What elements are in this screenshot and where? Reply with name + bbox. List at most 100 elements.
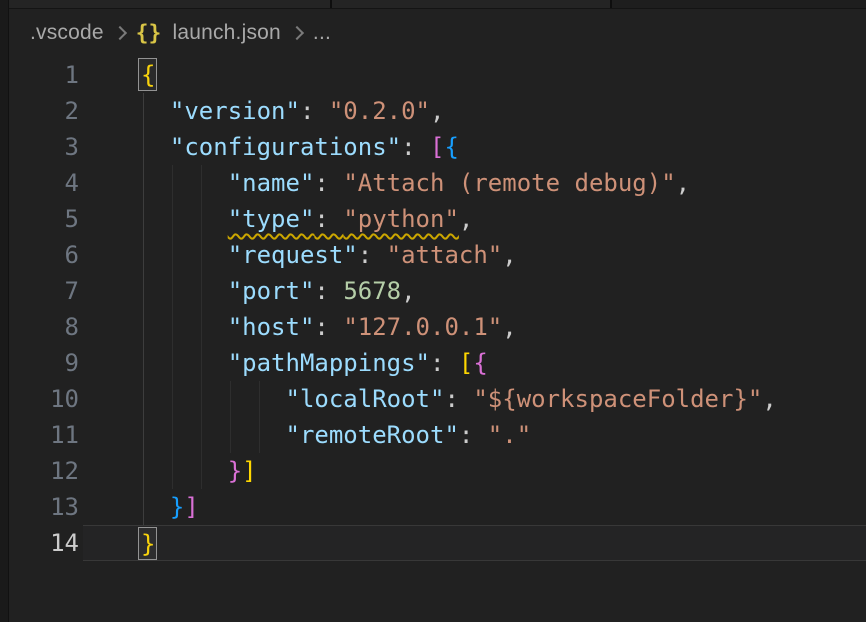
code-token bbox=[141, 349, 228, 377]
line-content[interactable]: "host": "127.0.0.1", bbox=[83, 309, 866, 345]
line-number[interactable]: 10 bbox=[9, 381, 83, 417]
code-line[interactable]: 8 "host": "127.0.0.1", bbox=[9, 309, 866, 345]
code-line[interactable]: 13 }] bbox=[9, 489, 866, 525]
code-token: , bbox=[762, 385, 776, 413]
indent-guide bbox=[172, 309, 173, 345]
indent-guide bbox=[143, 309, 144, 345]
bracket-match: { bbox=[141, 61, 155, 89]
indent-guide bbox=[201, 417, 202, 453]
code-token: : bbox=[358, 241, 387, 269]
line-content[interactable]: "name": "Attach (remote debug)", bbox=[83, 165, 866, 201]
tab-bar-empty-space bbox=[612, 0, 866, 8]
code-token: "pathMappings" bbox=[228, 349, 430, 377]
indent-guide bbox=[201, 381, 202, 417]
code-line[interactable]: 4 "name": "Attach (remote debug)", bbox=[9, 165, 866, 201]
code-line[interactable]: 2 "version": "0.2.0", bbox=[9, 93, 866, 129]
code-token: "." bbox=[488, 421, 531, 449]
code-token: : bbox=[430, 349, 459, 377]
code-token: , bbox=[459, 205, 473, 233]
line-number[interactable]: 4 bbox=[9, 165, 83, 201]
line-number[interactable]: 11 bbox=[9, 417, 83, 453]
code-token: , bbox=[430, 97, 444, 125]
line-number[interactable]: 6 bbox=[9, 237, 83, 273]
code-token: "host" bbox=[228, 313, 315, 341]
indent-guide bbox=[143, 345, 144, 381]
indent-guide bbox=[201, 345, 202, 381]
code-token: "remoteRoot" bbox=[286, 421, 459, 449]
line-content[interactable]: }] bbox=[83, 453, 866, 489]
code-token bbox=[141, 169, 228, 197]
indent-guide bbox=[172, 453, 173, 489]
breadcrumb-symbol-ellipsis[interactable]: ... bbox=[313, 21, 331, 45]
editor-group: .vscode {} launch.json ... 1{2 "version"… bbox=[9, 9, 866, 622]
code-token: [ bbox=[430, 133, 444, 161]
line-number[interactable]: 1 bbox=[9, 57, 83, 93]
json-file-icon: {} bbox=[136, 21, 162, 45]
indent-guide bbox=[201, 273, 202, 309]
tab-divider bbox=[330, 0, 332, 8]
line-content[interactable]: "pathMappings": [{ bbox=[83, 345, 866, 381]
line-content[interactable]: }] bbox=[83, 489, 866, 525]
code-token: "localRoot" bbox=[286, 385, 445, 413]
line-number[interactable]: 7 bbox=[9, 273, 83, 309]
line-number[interactable]: 14 bbox=[9, 525, 83, 561]
indent-guide bbox=[143, 273, 144, 309]
code-line[interactable]: 5 "type": "python", bbox=[9, 201, 866, 237]
breadcrumb-item-file[interactable]: launch.json bbox=[172, 21, 280, 45]
bracket-match: } bbox=[141, 530, 155, 558]
line-content[interactable]: "request": "attach", bbox=[83, 237, 866, 273]
indent-guide bbox=[143, 93, 144, 129]
warning-squiggle: "type": "python" bbox=[228, 205, 459, 233]
code-token: : bbox=[314, 205, 343, 233]
code-line[interactable]: 3 "configurations": [{ bbox=[9, 129, 866, 165]
line-number[interactable]: 8 bbox=[9, 309, 83, 345]
code-line[interactable]: 12 }] bbox=[9, 453, 866, 489]
line-number[interactable]: 9 bbox=[9, 345, 83, 381]
line-number[interactable]: 13 bbox=[9, 489, 83, 525]
breadcrumb-item-folder[interactable]: .vscode bbox=[30, 21, 104, 45]
indent-guide bbox=[143, 165, 144, 201]
code-token: : bbox=[300, 97, 329, 125]
left-panel-edge bbox=[0, 0, 9, 622]
line-content[interactable]: "port": 5678, bbox=[83, 273, 866, 309]
code-token bbox=[141, 241, 228, 269]
code-line[interactable]: 10 "localRoot": "${workspaceFolder}", bbox=[9, 381, 866, 417]
indent-guide bbox=[172, 381, 173, 417]
code-token bbox=[141, 313, 228, 341]
code-token: "python" bbox=[343, 205, 459, 233]
tab-divider bbox=[610, 0, 612, 8]
code-token bbox=[141, 385, 286, 413]
code-line[interactable]: 6 "request": "attach", bbox=[9, 237, 866, 273]
line-content[interactable]: "configurations": [{ bbox=[83, 129, 866, 165]
line-content[interactable]: "version": "0.2.0", bbox=[83, 93, 866, 129]
line-number[interactable]: 12 bbox=[9, 453, 83, 489]
code-line[interactable]: 1{ bbox=[9, 57, 866, 93]
line-content[interactable]: "localRoot": "${workspaceFolder}", bbox=[83, 381, 866, 417]
code-line[interactable]: 7 "port": 5678, bbox=[9, 273, 866, 309]
line-content[interactable]: "type": "python", bbox=[83, 201, 866, 237]
line-number[interactable]: 2 bbox=[9, 93, 83, 129]
indent-guide bbox=[143, 201, 144, 237]
code-lines[interactable]: 1{2 "version": "0.2.0",3 "configurations… bbox=[9, 57, 866, 561]
line-number[interactable]: 3 bbox=[9, 129, 83, 165]
code-token: : bbox=[459, 421, 488, 449]
indent-guide bbox=[143, 489, 144, 525]
indent-guide bbox=[259, 417, 260, 453]
line-content[interactable]: { bbox=[83, 57, 866, 93]
code-line[interactable]: 11 "remoteRoot": "." bbox=[9, 417, 866, 453]
code-token: { bbox=[473, 349, 487, 377]
code-token: 5678 bbox=[343, 277, 401, 305]
indent-guide bbox=[259, 381, 260, 417]
code-line[interactable]: 9 "pathMappings": [{ bbox=[9, 345, 866, 381]
code-token bbox=[141, 133, 170, 161]
indent-guide bbox=[143, 129, 144, 165]
code-line-current[interactable]: 14} bbox=[9, 525, 866, 561]
code-token: : bbox=[314, 313, 343, 341]
indent-guide bbox=[201, 453, 202, 489]
code-token: "request" bbox=[228, 241, 358, 269]
code-token: , bbox=[502, 241, 516, 269]
line-number[interactable]: 5 bbox=[9, 201, 83, 237]
line-content[interactable]: } bbox=[83, 525, 866, 561]
line-content[interactable]: "remoteRoot": "." bbox=[83, 417, 866, 453]
code-token: : bbox=[314, 169, 343, 197]
